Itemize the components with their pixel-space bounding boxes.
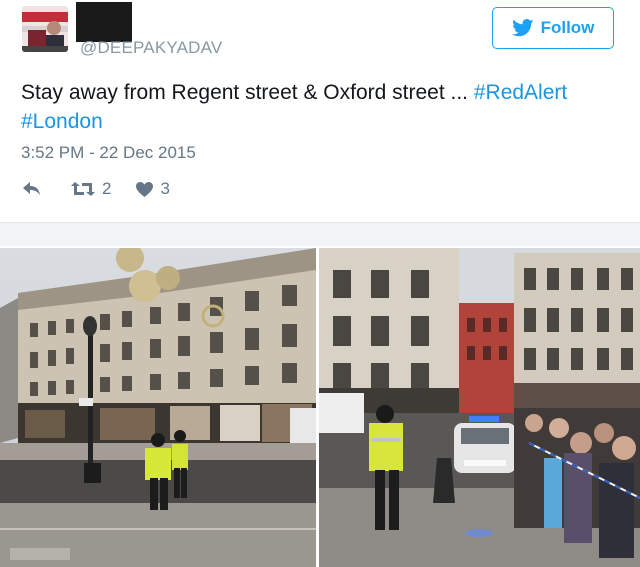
tweet-card: @DEEPAKYADAV Follow Stay away from Regen…	[0, 0, 640, 222]
redacted-display-name	[76, 2, 132, 42]
follow-label: Follow	[540, 18, 595, 37]
tweet-photo-2[interactable]	[319, 248, 640, 567]
hashtag-london[interactable]: #London	[21, 110, 103, 133]
follow-button[interactable]: Follow	[492, 7, 614, 49]
tweet-timestamp[interactable]: 3:52 PM - 22 Dec 2015	[21, 143, 196, 163]
like-count: 3	[160, 179, 170, 198]
user-handle[interactable]: @DEEPAKYADAV	[80, 38, 222, 58]
reply-arrow-icon	[22, 181, 42, 197]
user-avatar[interactable]	[22, 6, 68, 52]
retweet-count: 2	[102, 179, 112, 198]
tweet-body: Stay away from Regent street & Oxford st…	[21, 81, 474, 104]
media-divider	[0, 222, 640, 246]
tweet-text: Stay away from Regent street & Oxford st…	[21, 78, 611, 136]
tweet-actions: 2 3	[22, 178, 170, 200]
retweet-icon	[70, 180, 96, 198]
hashtag-redalert[interactable]: #RedAlert	[474, 81, 567, 104]
twitter-bird-icon	[511, 19, 534, 37]
retweet-button[interactable]: 2	[70, 179, 111, 199]
like-button[interactable]: 3	[135, 179, 170, 199]
heart-icon	[135, 181, 154, 198]
reply-button[interactable]	[22, 181, 42, 197]
tweet-photo-1[interactable]	[0, 248, 316, 567]
